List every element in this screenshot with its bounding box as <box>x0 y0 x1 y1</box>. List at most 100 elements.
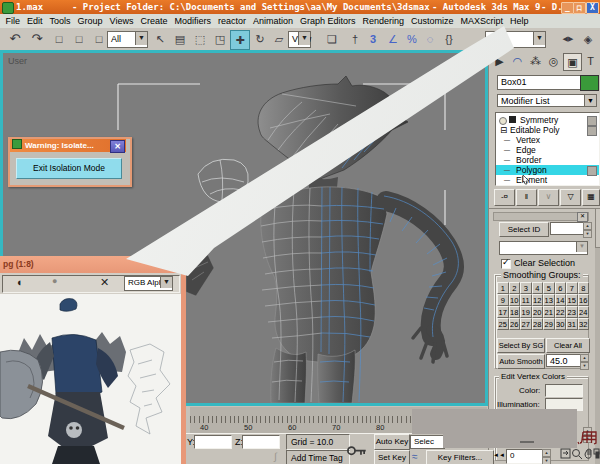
smoothing-group-9[interactable]: 9 <box>497 294 509 306</box>
smoothing-group-28[interactable]: 28 <box>532 318 544 330</box>
smoothing-group-12[interactable]: 12 <box>532 294 544 306</box>
add-time-tag[interactable]: Add Time Tag <box>286 450 350 464</box>
material-id-dropdown[interactable]: ▼ <box>499 241 588 255</box>
go-to-start-icon[interactable]: ◄◄ <box>493 452 505 458</box>
channel-dot-icon[interactable]: ● <box>52 276 57 286</box>
menu-modifiers[interactable]: Modifiers <box>171 16 215 26</box>
smoothing-group-22[interactable]: 22 <box>555 306 567 318</box>
viewport-nav-controls[interactable] <box>560 446 600 463</box>
auto-key-button[interactable]: Auto Key <box>374 434 410 450</box>
object-name-field[interactable]: Box01 <box>497 75 582 90</box>
make-unique-button[interactable]: ∨ <box>538 189 559 206</box>
stack-row-polygon-selected[interactable]: ─Polygon <box>496 165 599 175</box>
menu-customize[interactable]: Customize <box>408 16 458 26</box>
spinner-snap-icon[interactable]: ◌ <box>421 30 439 48</box>
select-object-icon[interactable]: ↖ <box>151 30 169 48</box>
tab-utilities-icon[interactable]: T <box>582 53 599 69</box>
smoothing-group-31[interactable]: 31 <box>566 318 578 330</box>
current-frame-field[interactable]: 0 <box>506 449 545 464</box>
menu-graph-editors[interactable]: Graph Editors <box>297 16 360 26</box>
expand-icon[interactable] <box>509 116 516 123</box>
auto-smooth-field[interactable]: 45.0 <box>546 354 582 367</box>
tab-motion-icon[interactable]: ◎ <box>545 53 562 69</box>
channel-dropdown[interactable]: RGB Alpha▼ <box>124 276 173 291</box>
smoothing-group-8[interactable]: 8 <box>578 282 590 294</box>
tab-hierarchy-icon[interactable]: ⁂ <box>527 53 544 69</box>
stack-row-editable-poly[interactable]: ⊟ Editable Poly <box>496 125 599 135</box>
tab-display-icon[interactable]: ▣ <box>563 53 582 71</box>
select-scale-icon[interactable]: ▱ <box>270 30 288 48</box>
auto-smooth-button[interactable]: Auto Smooth <box>497 354 545 369</box>
key-filters-button[interactable]: Key Filters... <box>426 450 494 464</box>
smoothing-group-20[interactable]: 20 <box>532 306 544 318</box>
smoothing-group-29[interactable]: 29 <box>543 318 555 330</box>
menu-file[interactable]: File <box>2 16 24 26</box>
snap-toggle-icon[interactable]: 3 <box>364 30 382 48</box>
smoothing-group-4[interactable]: 4 <box>532 282 544 294</box>
select-by-sg-button[interactable]: Select By SG <box>497 338 545 353</box>
frame-spinner[interactable]: ▲▼ <box>542 449 551 464</box>
warning-dialog-titlebar[interactable]: Warning: Isolate... ✕ <box>10 139 126 152</box>
menu-reactor[interactable]: reactor <box>214 16 249 26</box>
material-editor-icon[interactable]: ◈ <box>579 30 597 48</box>
smoothing-group-23[interactable]: 23 <box>566 306 578 318</box>
select-manipulate-icon[interactable]: † <box>346 30 364 48</box>
smoothing-group-30[interactable]: 30 <box>555 318 567 330</box>
stack-row-symmetry[interactable]: Symmetry <box>496 115 599 125</box>
menu-rendering[interactable]: Rendering <box>359 16 408 26</box>
select-move-icon[interactable]: ✚ <box>230 30 250 50</box>
redo-icon[interactable]: ↷ <box>28 30 46 48</box>
color-swatch[interactable] <box>545 384 583 397</box>
panel-scrollbar[interactable] <box>595 208 600 464</box>
link-icon[interactable]: □ <box>50 30 68 48</box>
use-center-icon[interactable]: ❏ <box>323 30 341 48</box>
z-field[interactable] <box>242 435 280 449</box>
select-rotate-icon[interactable]: ↻ <box>251 30 269 48</box>
smoothing-group-19[interactable]: 19 <box>520 306 532 318</box>
smoothing-group-13[interactable]: 13 <box>543 294 555 306</box>
object-color-swatch[interactable] <box>580 75 599 91</box>
smoothing-group-32[interactable]: 32 <box>578 318 590 330</box>
select-id-field[interactable] <box>550 222 585 235</box>
remove-modifier-button[interactable]: ▽ <box>560 189 581 206</box>
stack-row-edge[interactable]: ─Edge <box>496 145 599 155</box>
smoothing-group-18[interactable]: 18 <box>509 306 521 318</box>
unlink-icon[interactable]: □ <box>70 30 88 48</box>
smoothing-group-6[interactable]: 6 <box>555 282 567 294</box>
select-by-name-icon[interactable]: ▤ <box>171 30 189 48</box>
select-id-button[interactable]: Select ID <box>499 222 549 237</box>
smoothing-group-24[interactable]: 24 <box>578 306 590 318</box>
restore-button[interactable]: 口 <box>573 2 586 14</box>
selection-set-dropdown[interactable]: Selec <box>410 435 445 449</box>
lock-selection-icon[interactable]: ∫ <box>274 451 277 462</box>
configure-stack-button[interactable]: ▦ <box>582 189 600 206</box>
bind-spacewarp-icon[interactable]: □ <box>90 30 108 48</box>
menu-tools[interactable]: Tools <box>46 16 74 26</box>
smoothing-group-26[interactable]: 26 <box>509 318 521 330</box>
auto-smooth-spinner[interactable]: ▲▼ <box>580 354 589 370</box>
collapse-icon[interactable]: ⊟ <box>500 125 507 135</box>
dialog-close-icon[interactable]: ✕ <box>110 140 125 153</box>
smoothing-group-3[interactable]: 3 <box>520 282 532 294</box>
pin-stack-button[interactable]: -¤ <box>494 189 515 206</box>
angle-snap-icon[interactable]: ∠ <box>384 30 402 48</box>
smoothing-group-17[interactable]: 17 <box>497 306 509 318</box>
rect-selection-region-icon[interactable]: ⬚ <box>191 30 209 48</box>
stack-row-vertex[interactable]: ─Vertex <box>496 135 599 145</box>
smoothing-group-15[interactable]: 15 <box>566 294 578 306</box>
menu-animation[interactable]: Animation <box>249 16 296 26</box>
clear-selection-checkbox[interactable]: ✓ <box>501 259 511 269</box>
menu-edit[interactable]: Edit <box>24 16 47 26</box>
reference-coordinate-dropdown[interactable]: View▼ <box>288 31 311 48</box>
menu-create[interactable]: Create <box>137 16 171 26</box>
clear-all-button[interactable]: Clear All <box>546 338 590 353</box>
visibility-bulb-icon[interactable] <box>499 117 507 125</box>
mirror-icon[interactable]: ◀▶ <box>559 30 577 48</box>
channel-half-icon[interactable]: ◐ <box>17 276 24 288</box>
y-field[interactable] <box>194 435 232 449</box>
smoothing-group-14[interactable]: 14 <box>555 294 567 306</box>
close-button[interactable]: X <box>586 2 599 14</box>
smoothing-group-11[interactable]: 11 <box>520 294 532 306</box>
exit-isolation-button[interactable]: Exit Isolation Mode <box>16 158 122 179</box>
smoothing-group-7[interactable]: 7 <box>566 282 578 294</box>
